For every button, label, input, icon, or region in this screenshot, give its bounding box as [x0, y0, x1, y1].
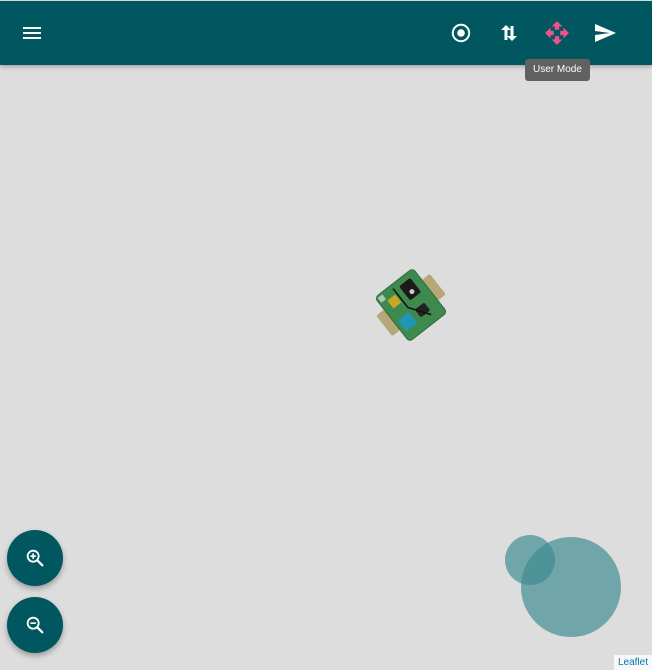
target-icon — [451, 23, 471, 43]
user-mode-button[interactable] — [533, 9, 581, 57]
app-toolbar — [0, 1, 652, 65]
leaflet-link[interactable]: Leaflet — [618, 657, 648, 668]
zoom-in-button[interactable] — [7, 530, 63, 586]
swap-button[interactable] — [485, 9, 533, 57]
robot-marker[interactable] — [358, 252, 464, 358]
menu-button[interactable] — [8, 9, 56, 57]
zoom-out-button[interactable] — [7, 597, 63, 653]
move-arrows-icon — [545, 21, 569, 45]
map-attribution: Leaflet — [613, 655, 652, 670]
center-map-button[interactable] — [437, 9, 485, 57]
swap-vertical-icon — [501, 25, 517, 41]
zoom-in-icon — [26, 549, 44, 567]
joystick-knob[interactable] — [505, 535, 555, 585]
send-button[interactable] — [581, 9, 629, 57]
send-icon — [595, 24, 616, 42]
menu-icon — [23, 27, 41, 39]
zoom-out-icon — [26, 616, 44, 634]
